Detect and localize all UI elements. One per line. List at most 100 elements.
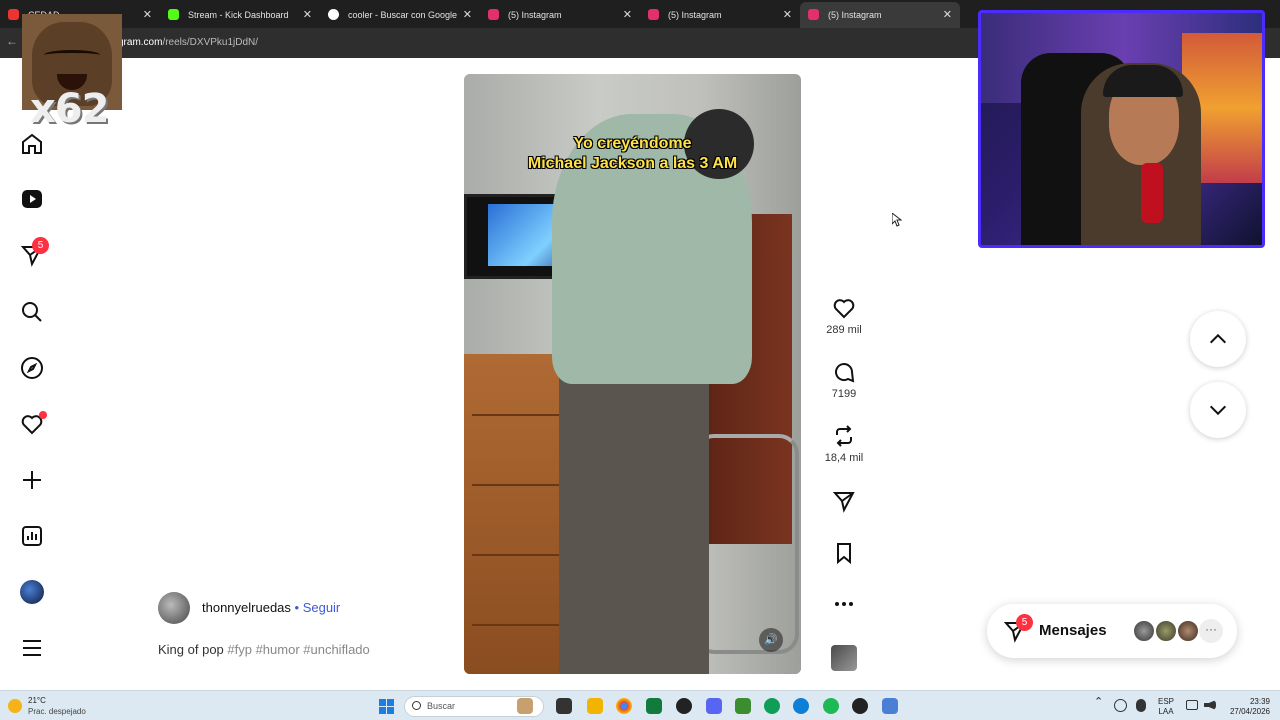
close-icon[interactable]: ✕ bbox=[143, 2, 152, 28]
task-view-icon[interactable] bbox=[556, 698, 572, 714]
browser-tab[interactable]: cooler - Buscar con Google ✕ bbox=[320, 2, 480, 28]
next-reel-button[interactable] bbox=[1190, 382, 1246, 438]
tab-favicon bbox=[328, 9, 339, 20]
sun-icon bbox=[8, 699, 22, 713]
network-icon[interactable] bbox=[1186, 700, 1198, 710]
notification-badge: 5 bbox=[32, 237, 49, 254]
close-icon[interactable]: ✕ bbox=[463, 2, 472, 28]
tab-title: (5) Instagram bbox=[508, 10, 562, 20]
search-icon[interactable] bbox=[18, 298, 46, 326]
clock-date: 27/04/2026 bbox=[1229, 707, 1270, 716]
url-field[interactable]: gram.com/reels/DXVPku1jDdN/ bbox=[118, 37, 258, 48]
comment-count: 7199 bbox=[831, 388, 857, 400]
menu-hamburger-icon[interactable] bbox=[18, 634, 46, 662]
browser-tab-active[interactable]: (5) Instagram ✕ bbox=[800, 2, 960, 28]
sync-icon[interactable] bbox=[1114, 699, 1127, 712]
url-domain: gram.com bbox=[118, 37, 163, 48]
reels-icon[interactable] bbox=[18, 185, 46, 213]
previous-reel-button[interactable] bbox=[1190, 311, 1246, 367]
direct-messages-icon[interactable]: 5 bbox=[18, 237, 49, 269]
explore-compass-icon[interactable] bbox=[18, 354, 46, 382]
caption-line-2: Michael Jackson a las 3 AM bbox=[527, 155, 738, 172]
repost-button[interactable]: 18,4 mil bbox=[823, 424, 865, 464]
heart-notifications-icon[interactable] bbox=[18, 410, 47, 438]
tab-favicon bbox=[808, 9, 819, 20]
search-icon bbox=[412, 701, 421, 710]
unread-dot bbox=[39, 411, 47, 419]
discord-icon[interactable] bbox=[706, 698, 722, 714]
media-player-icon[interactable] bbox=[852, 698, 868, 714]
follow-button[interactable]: Seguir bbox=[303, 600, 341, 615]
contact-avatar bbox=[1132, 619, 1156, 643]
browser-tab[interactable]: (5) Instagram ✕ bbox=[480, 2, 640, 28]
share-icon bbox=[832, 492, 855, 513]
caption-line-1: Yo creyéndome bbox=[573, 135, 692, 152]
webcam-streamer-cap bbox=[1103, 65, 1183, 97]
bookmark-icon bbox=[837, 543, 851, 565]
audio-track-thumbnail[interactable] bbox=[831, 645, 857, 671]
xbox-icon[interactable] bbox=[764, 698, 780, 714]
profile-avatar[interactable] bbox=[18, 578, 46, 606]
instagram-sidebar: 5 bbox=[0, 58, 64, 688]
like-button[interactable]: 289 mil bbox=[823, 296, 865, 336]
language-indicator[interactable]: ESP LAA bbox=[1158, 697, 1174, 717]
audio-icon[interactable]: 🔊 bbox=[759, 628, 783, 652]
edge-icon[interactable] bbox=[793, 698, 809, 714]
app-icon[interactable] bbox=[646, 698, 662, 714]
messages-badge: 5 bbox=[1016, 614, 1033, 631]
windows-start-icon[interactable] bbox=[379, 699, 394, 714]
messages-pill[interactable]: 5 Mensajes ··· bbox=[987, 604, 1237, 658]
chevron-up-icon[interactable]: ⌃ bbox=[1094, 697, 1103, 708]
github-icon[interactable] bbox=[676, 698, 692, 714]
weather-condition: Prac. despejado bbox=[28, 707, 86, 716]
search-highlight-icon[interactable] bbox=[517, 698, 533, 714]
keyboard-layout: LAA bbox=[1158, 707, 1174, 716]
share-button[interactable] bbox=[823, 489, 865, 513]
tab-title: Stream - Kick Dashboard bbox=[188, 10, 289, 20]
browser-tab[interactable]: (5) Instagram ✕ bbox=[640, 2, 800, 28]
author-username[interactable]: thonnyelruedas bbox=[202, 600, 291, 615]
temperature: 21°C bbox=[28, 696, 46, 705]
video-person-legs bbox=[559, 369, 709, 674]
video-wheelchair bbox=[694, 434, 799, 654]
create-plus-icon[interactable] bbox=[18, 466, 46, 494]
video-dresser bbox=[464, 354, 574, 674]
dashboard-chart-icon[interactable] bbox=[18, 522, 46, 550]
url-path: /reels/DXVPku1jDdN/ bbox=[162, 37, 259, 48]
browser-tab[interactable]: Stream - Kick Dashboard ✕ bbox=[160, 2, 320, 28]
more-contacts: ··· bbox=[1199, 619, 1223, 643]
spotify-icon[interactable] bbox=[823, 698, 839, 714]
microphone-icon[interactable] bbox=[1136, 699, 1146, 712]
more-options-button[interactable] bbox=[823, 594, 865, 614]
close-icon[interactable]: ✕ bbox=[783, 2, 792, 28]
file-explorer-icon[interactable] bbox=[587, 698, 603, 714]
language-code: ESP bbox=[1158, 697, 1175, 706]
volume-icon[interactable] bbox=[1204, 700, 1216, 710]
back-arrow-icon[interactable]: ← bbox=[6, 34, 18, 48]
close-icon[interactable]: ✕ bbox=[303, 2, 312, 28]
author-line: thonnyelruedas • Seguir bbox=[202, 600, 340, 615]
chevron-down-icon bbox=[1209, 405, 1227, 416]
clock[interactable]: 23:39 27/04/2026 bbox=[1224, 697, 1270, 717]
more-dots-icon bbox=[835, 602, 853, 606]
close-icon[interactable]: ✕ bbox=[623, 2, 632, 28]
messages-label: Mensajes bbox=[1039, 622, 1107, 639]
reel-video[interactable]: Yo creyéndome Michael Jackson a las 3 AM… bbox=[464, 74, 801, 674]
home-icon[interactable] bbox=[18, 130, 46, 158]
like-count: 289 mil bbox=[826, 324, 862, 336]
save-button[interactable] bbox=[823, 541, 865, 565]
tab-title: (5) Instagram bbox=[668, 10, 722, 20]
heart-icon bbox=[833, 299, 855, 319]
description-text: King of pop bbox=[158, 642, 228, 657]
author-avatar[interactable] bbox=[158, 592, 190, 624]
hashtags[interactable]: #fyp #humor #unchiflado bbox=[227, 642, 369, 657]
app-icon[interactable] bbox=[882, 698, 898, 714]
separator-dot: • bbox=[290, 600, 303, 615]
tab-title: (5) Instagram bbox=[828, 10, 882, 20]
chrome-icon[interactable] bbox=[616, 698, 632, 714]
close-icon[interactable]: ✕ bbox=[943, 2, 952, 28]
repost-icon bbox=[836, 425, 852, 447]
tab-favicon bbox=[168, 9, 179, 20]
minecraft-icon[interactable] bbox=[735, 698, 751, 714]
comment-button[interactable]: 7199 bbox=[823, 360, 865, 400]
